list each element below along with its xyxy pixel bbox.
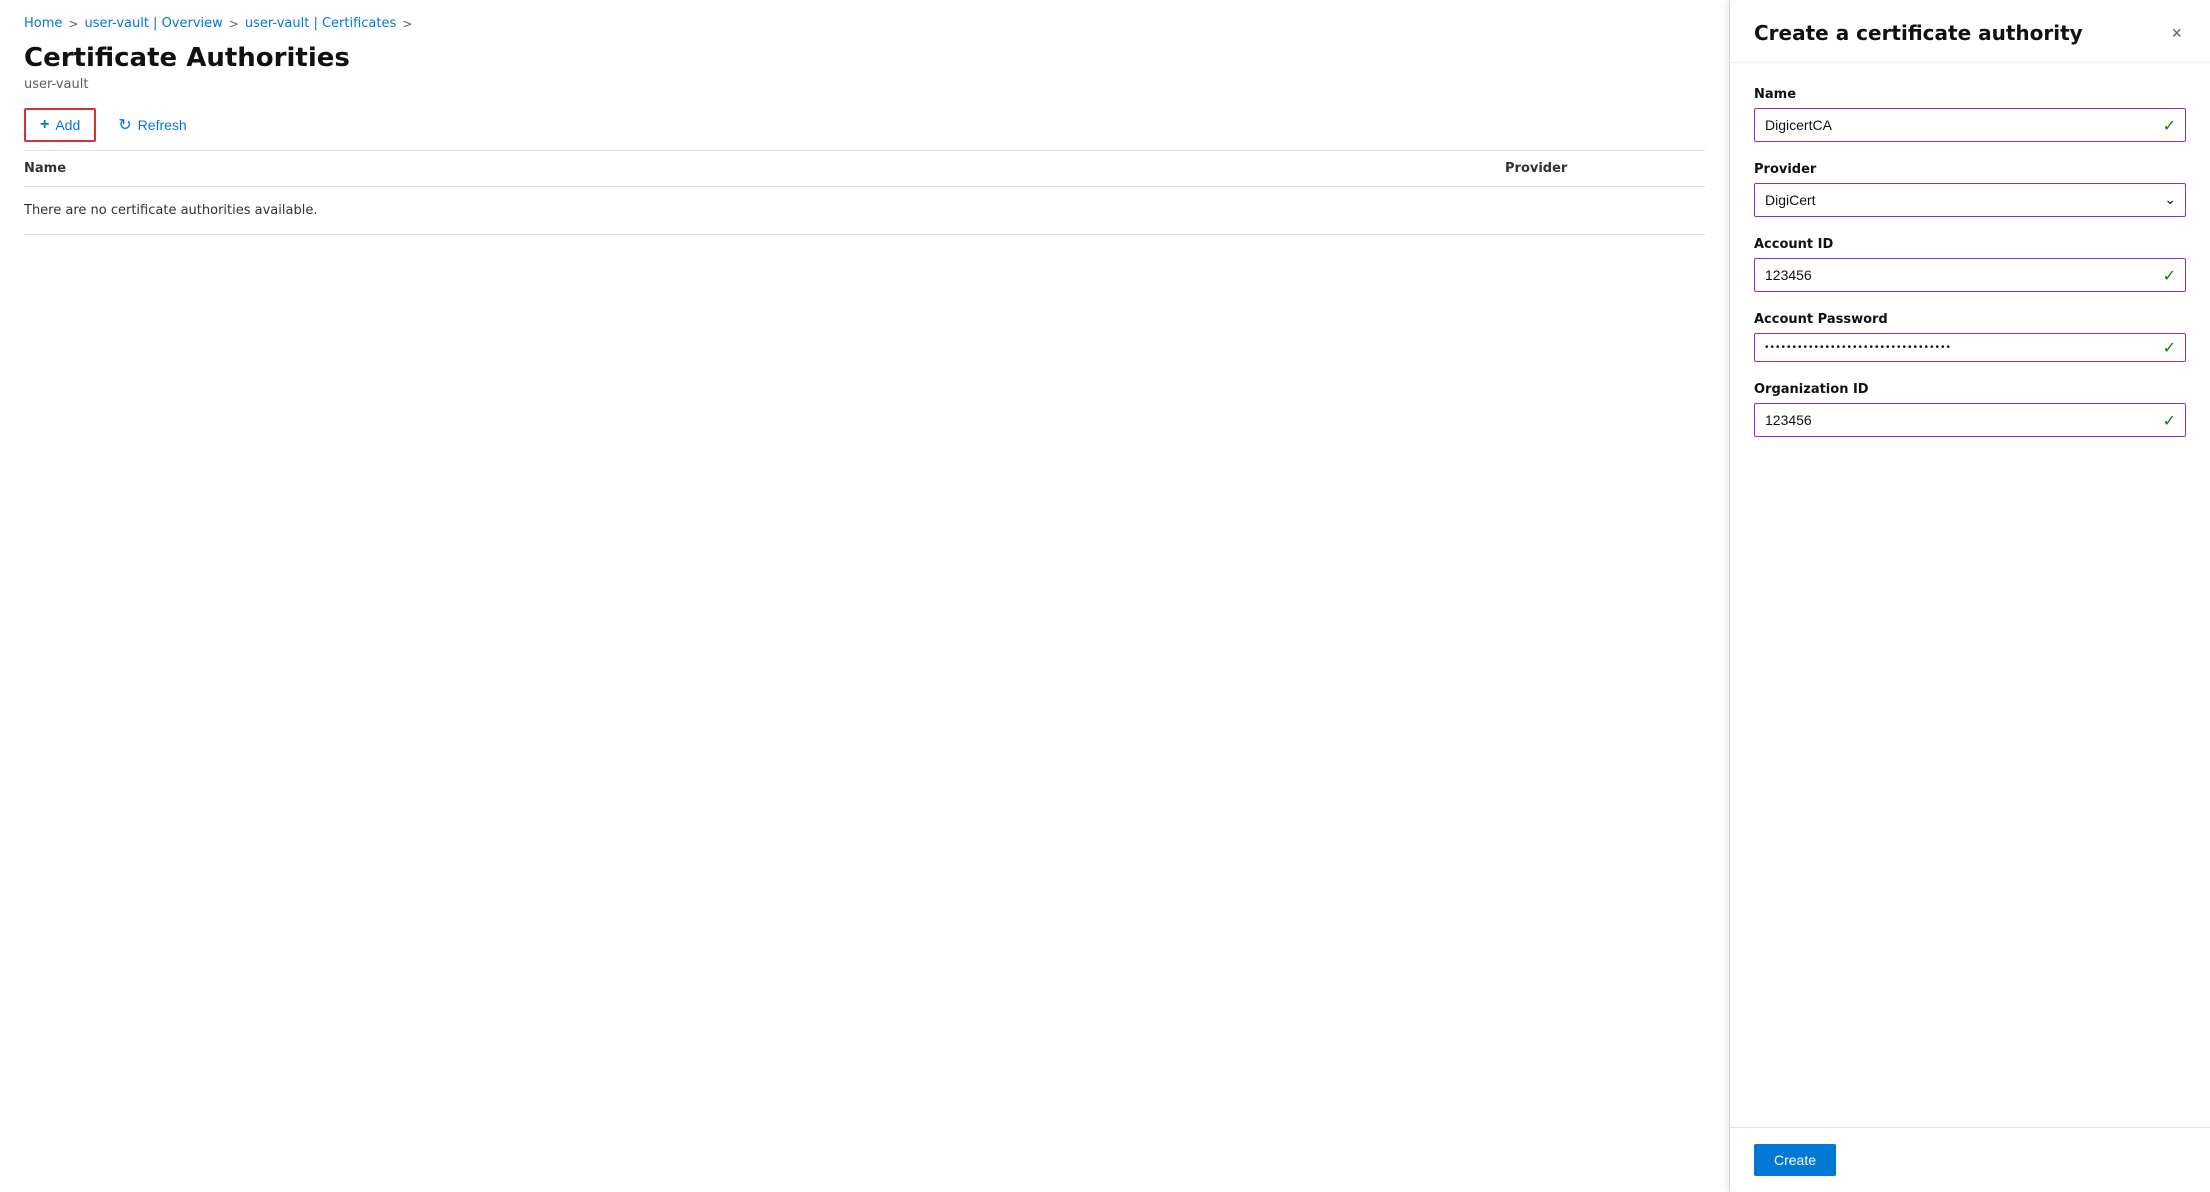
provider-form-group: Provider DigiCert GlobalSign ⌄	[1754, 162, 2186, 217]
account-password-input[interactable]	[1754, 333, 2186, 362]
org-id-input-wrapper: ✓	[1754, 403, 2186, 437]
refresh-button[interactable]: ↻ Refresh	[104, 109, 200, 141]
account-password-form-group: Account Password ✓	[1754, 312, 2186, 362]
name-input[interactable]	[1754, 108, 2186, 142]
refresh-icon: ↻	[118, 115, 131, 135]
account-password-label: Account Password	[1754, 312, 2186, 327]
breadcrumb-sep-1: >	[68, 17, 78, 31]
breadcrumb-sep-2: >	[229, 17, 239, 31]
page-subtitle: user-vault	[24, 77, 1705, 92]
org-id-label: Organization ID	[1754, 382, 2186, 397]
add-button-label: Add	[55, 117, 80, 133]
breadcrumb-sep-3: >	[402, 17, 412, 31]
account-id-input[interactable]	[1754, 258, 2186, 292]
account-id-form-group: Account ID ✓	[1754, 237, 2186, 292]
org-id-check-icon: ✓	[2163, 411, 2176, 430]
org-id-form-group: Organization ID ✓	[1754, 382, 2186, 437]
org-id-input[interactable]	[1754, 403, 2186, 437]
plus-icon: +	[40, 116, 49, 134]
account-password-input-wrapper: ✓	[1754, 333, 2186, 362]
refresh-button-label: Refresh	[138, 117, 187, 133]
account-id-check-icon: ✓	[2163, 266, 2176, 285]
name-form-group: Name ✓	[1754, 87, 2186, 142]
col-header-provider: Provider	[1505, 161, 1705, 176]
account-id-label: Account ID	[1754, 237, 2186, 252]
page-title: Certificate Authorities	[24, 43, 1705, 73]
breadcrumb-certificates[interactable]: user-vault | Certificates	[245, 16, 396, 31]
col-header-name: Name	[24, 161, 1505, 176]
panel-header: Create a certificate authority ×	[1730, 0, 2210, 63]
main-content: Home > user-vault | Overview > user-vaul…	[0, 0, 1730, 1192]
add-button[interactable]: + Add	[24, 108, 96, 142]
toolbar: + Add ↻ Refresh	[24, 108, 1705, 151]
name-check-icon: ✓	[2163, 116, 2176, 135]
breadcrumb: Home > user-vault | Overview > user-vaul…	[24, 16, 1705, 31]
close-button[interactable]: ×	[2167, 20, 2186, 46]
table-empty-message: There are no certificate authorities ava…	[24, 187, 1705, 235]
name-input-wrapper: ✓	[1754, 108, 2186, 142]
panel-footer: Create	[1730, 1127, 2210, 1192]
account-password-check-icon: ✓	[2163, 338, 2176, 357]
name-label: Name	[1754, 87, 2186, 102]
side-panel: Create a certificate authority × Name ✓ …	[1730, 0, 2210, 1192]
provider-select-wrapper: DigiCert GlobalSign ⌄	[1754, 183, 2186, 217]
create-button[interactable]: Create	[1754, 1144, 1836, 1176]
provider-select[interactable]: DigiCert GlobalSign	[1754, 183, 2186, 217]
breadcrumb-overview[interactable]: user-vault | Overview	[84, 16, 222, 31]
panel-body: Name ✓ Provider DigiCert GlobalSign ⌄ Ac…	[1730, 63, 2210, 1127]
account-id-input-wrapper: ✓	[1754, 258, 2186, 292]
panel-title: Create a certificate authority	[1754, 21, 2083, 45]
provider-label: Provider	[1754, 162, 2186, 177]
table-header: Name Provider	[24, 151, 1705, 187]
breadcrumb-home[interactable]: Home	[24, 16, 62, 31]
